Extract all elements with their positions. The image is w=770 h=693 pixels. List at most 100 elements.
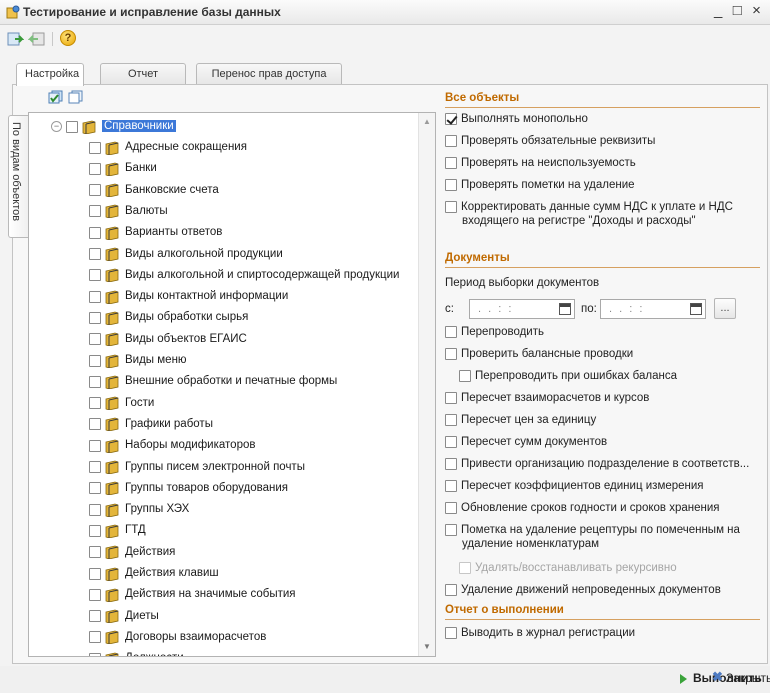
tree-checkbox[interactable] — [89, 524, 101, 537]
tree-checkbox[interactable] — [89, 631, 101, 644]
option-recalc-settlements[interactable]: Пересчет взаиморасчетов и курсов — [445, 392, 649, 404]
checkbox[interactable] — [445, 348, 457, 360]
tab-report[interactable]: Отчет — [100, 63, 186, 85]
tree-row[interactable]: ГТД — [89, 520, 146, 541]
checkbox[interactable] — [459, 370, 471, 382]
checkbox[interactable] — [445, 392, 457, 404]
objects-tree[interactable]: − Справочники Адресные сокращения Банки Бан… — [28, 112, 436, 657]
minimize-button[interactable]: _ — [711, 2, 726, 19]
tree-row[interactable]: Графики работы — [89, 414, 213, 435]
option-repost-on-errors[interactable]: Перепроводить при ошибках баланса — [459, 370, 677, 382]
tab-settings[interactable]: Настройка — [16, 63, 84, 86]
checkbox[interactable] — [445, 458, 457, 470]
tree-checkbox[interactable] — [89, 333, 101, 346]
tree-checkbox[interactable] — [89, 461, 101, 473]
option-repost[interactable]: Перепроводить — [445, 326, 544, 338]
option-recalc-doc-sums[interactable]: Пересчет сумм документов — [445, 436, 607, 448]
tree-row[interactable]: Группы товаров оборудования — [89, 478, 288, 499]
option-correct-vat[interactable]: Корректировать данные сумм НДС к уплате … — [445, 201, 733, 213]
tree-row[interactable]: Действия на значимые события — [89, 584, 296, 605]
tree-row[interactable]: Банковские счета — [89, 180, 219, 201]
tree-row[interactable]: Наборы модификаторов — [89, 435, 255, 456]
option-check-unused[interactable]: Проверять на неиспользуемость — [445, 157, 636, 169]
tree-row[interactable]: Внешние обработки и печатные формы — [89, 371, 337, 392]
calendar-icon[interactable] — [559, 303, 571, 315]
tree-root-row[interactable]: − Справочники — [51, 116, 176, 137]
tree-row[interactable]: Действия — [89, 542, 175, 563]
tree-row[interactable]: Группы ХЭХ — [89, 499, 189, 520]
checkbox[interactable] — [445, 480, 457, 492]
checkbox[interactable] — [445, 179, 457, 191]
option-exclusive-mode[interactable]: Выполнять монопольно — [445, 113, 588, 125]
collapse-icon[interactable]: − — [51, 121, 62, 132]
tree-checkbox[interactable] — [89, 546, 101, 559]
tree-row[interactable]: Договоры взаиморасчетов — [89, 627, 266, 648]
checkbox[interactable] — [445, 157, 457, 169]
option-check-deletion-marks[interactable]: Проверять пометки на удаление — [445, 179, 635, 191]
option-delete-movements[interactable]: Удаление движений непроведенных документ… — [445, 584, 721, 596]
restore-settings-icon[interactable] — [28, 30, 46, 48]
tree-checkbox[interactable] — [89, 588, 101, 601]
period-select-button[interactable]: ... — [714, 298, 736, 319]
close-button[interactable]: Закрыть — [726, 671, 770, 685]
tree-row[interactable]: Валюты — [89, 201, 168, 222]
tree-checkbox[interactable] — [89, 248, 101, 260]
tree-row[interactable]: Гости — [89, 393, 154, 414]
uncheck-all-icon[interactable] — [68, 90, 84, 104]
option-update-expiry[interactable]: Обновление сроков годности и сроков хран… — [445, 502, 720, 514]
checkbox[interactable] — [445, 326, 457, 338]
tree-checkbox[interactable] — [89, 162, 101, 175]
option-mark-recipes[interactable]: Пометка на удаление рецептуры по помечен… — [445, 524, 740, 536]
tree-checkbox[interactable] — [89, 418, 101, 431]
tree-row[interactable]: Виды алкогольной продукции — [89, 244, 283, 265]
calendar-icon[interactable] — [690, 303, 702, 315]
option-recalc-unit-prices[interactable]: Пересчет цен за единицу — [445, 414, 596, 426]
option-align-organization[interactable]: Привести организацию подразделение в соо… — [445, 458, 749, 470]
tree-row[interactable]: Виды объектов ЕГАИС — [89, 329, 247, 350]
tree-checkbox[interactable] — [89, 141, 101, 154]
tree-checkbox[interactable] — [89, 354, 101, 367]
scroll-up-icon[interactable]: ▲ — [419, 115, 435, 129]
tree-row[interactable]: Виды обработки сырья — [89, 307, 248, 328]
tab-access-transfer[interactable]: Перенос прав доступа — [196, 63, 342, 85]
save-settings-icon[interactable] — [6, 30, 24, 48]
checkbox[interactable] — [445, 627, 457, 639]
checkbox[interactable] — [445, 135, 457, 147]
tab-by-object-types[interactable]: По видам объектов — [8, 115, 28, 238]
checkbox[interactable] — [445, 436, 457, 448]
tree-checkbox[interactable] — [89, 652, 101, 656]
checkbox[interactable] — [445, 201, 457, 213]
help-button[interactable]: ? — [60, 30, 78, 48]
tree-row[interactable]: Банки — [89, 158, 157, 179]
option-recalc-unit-coefficients[interactable]: Пересчет коэффициентов единиц измерения — [445, 480, 704, 492]
checkbox[interactable] — [445, 502, 457, 514]
tree-checkbox[interactable] — [89, 375, 101, 388]
option-check-required[interactable]: Проверять обязательные реквизиты — [445, 135, 655, 147]
option-write-log[interactable]: Выводить в журнал регистрации — [445, 627, 635, 639]
tree-row[interactable]: Диеты — [89, 606, 159, 627]
tree-checkbox[interactable] — [89, 610, 101, 623]
checkbox-checked[interactable] — [445, 113, 457, 125]
checkbox[interactable] — [445, 414, 457, 426]
tree-checkbox[interactable] — [89, 482, 101, 495]
tree-checkbox[interactable] — [89, 205, 101, 218]
tree-row[interactable]: Виды контактной информации — [89, 286, 288, 307]
tree-row[interactable]: Виды меню — [89, 350, 187, 371]
checkbox[interactable] — [445, 584, 457, 596]
tree-row[interactable]: Группы писем электронной почты — [89, 457, 305, 478]
scroll-down-icon[interactable]: ▼ — [419, 640, 435, 654]
tree-row[interactable]: Варианты ответов — [89, 222, 222, 243]
option-check-balance[interactable]: Проверить балансные проводки — [445, 348, 633, 360]
tree-row[interactable]: Виды алкогольной и спиртосодержащей прод… — [89, 265, 399, 286]
close-window-button[interactable]: × — [749, 2, 764, 19]
maximize-button[interactable]: □ — [730, 2, 745, 19]
tree-checkbox[interactable] — [89, 567, 101, 580]
tree-row[interactable]: Должности — [89, 648, 184, 656]
tree-checkbox[interactable] — [66, 120, 78, 133]
tree-checkbox[interactable] — [89, 397, 101, 410]
tree-checkbox[interactable] — [89, 184, 101, 197]
tree-checkbox[interactable] — [89, 269, 101, 282]
tree-checkbox[interactable] — [89, 226, 101, 239]
tree-checkbox[interactable] — [89, 503, 101, 516]
tree-row[interactable]: Адресные сокращения — [89, 137, 247, 158]
